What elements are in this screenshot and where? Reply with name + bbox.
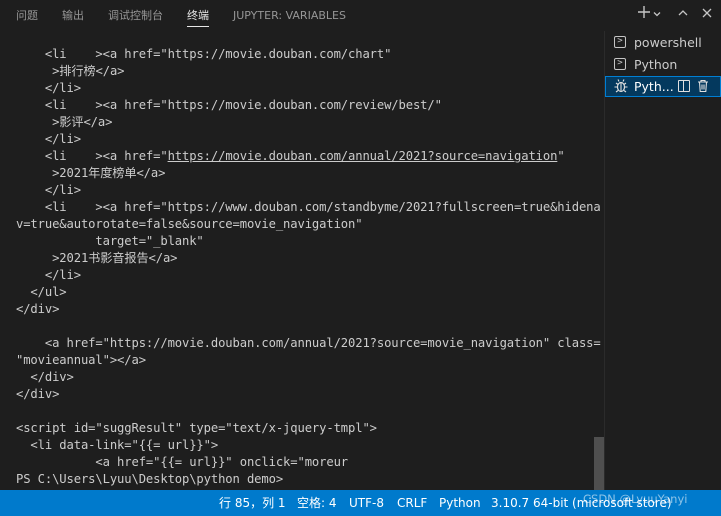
cursor-position[interactable]: 行 85，列 1 bbox=[219, 490, 286, 516]
terminal-text: " bbox=[557, 149, 565, 163]
maximize-panel-chevron-up-icon[interactable] bbox=[674, 4, 692, 26]
terminal-line: <li ><a href="https://www.douban.com/sta… bbox=[16, 200, 601, 214]
terminal-line: <a href="https://movie.douban.com/annual… bbox=[16, 336, 601, 350]
terminal-tab-label: Python bbox=[634, 57, 678, 72]
panel-tab-bar: 问题 输出 调试控制台 终端 JUPYTER: VARIABLES bbox=[0, 0, 721, 31]
terminal-tab-python[interactable]: > Python bbox=[605, 54, 721, 75]
terminal-tab-label: Pyth... bbox=[634, 79, 674, 94]
terminal-line: v=true&autorotate=false&source=movie_nav… bbox=[16, 217, 363, 231]
launch-profile-chevron-down-icon[interactable] bbox=[651, 4, 663, 26]
terminal-line: <li ><a href="https://movie.douban.com/c… bbox=[16, 47, 392, 61]
terminal-line: >影评</a> bbox=[16, 115, 113, 129]
terminal-tabs-list: > powershell > Python Pyth... bbox=[605, 31, 721, 490]
terminal-line: <script id="suggResult" type="text/x-jqu… bbox=[16, 421, 377, 435]
terminal-tab-label: powershell bbox=[634, 35, 702, 50]
terminal-scrollbar-thumb[interactable] bbox=[594, 437, 604, 490]
tab-jupyter-variables[interactable]: JUPYTER: VARIABLES bbox=[233, 0, 346, 31]
terminal-line: <li ><a href="https://movie.douban.com/r… bbox=[16, 98, 442, 112]
kill-terminal-trash-icon[interactable] bbox=[697, 76, 709, 100]
encoding-setting[interactable]: UTF-8 bbox=[349, 490, 384, 516]
split-terminal-icon[interactable] bbox=[678, 80, 690, 92]
terminal-tab-powershell[interactable]: > powershell bbox=[605, 32, 721, 53]
terminal-line: target="_blank" bbox=[16, 234, 204, 248]
terminal-icon: > bbox=[614, 58, 626, 70]
terminal-line: </ul> bbox=[16, 285, 67, 299]
terminal-line: </li> bbox=[16, 183, 81, 197]
terminal-line: <a href="{{= url}}" onclick="moreur bbox=[16, 455, 349, 469]
terminal-line: </li> bbox=[16, 81, 81, 95]
terminal-line: >2021书影音报告</a> bbox=[16, 251, 178, 265]
tab-debug-console[interactable]: 调试控制台 bbox=[108, 0, 163, 31]
indentation-setting[interactable]: 空格: 4 bbox=[297, 490, 337, 516]
terminal-line: </li> bbox=[16, 268, 81, 282]
terminal-link[interactable]: https://movie.douban.com/annual/2021?sou… bbox=[168, 149, 558, 163]
terminal-line: </div> bbox=[16, 302, 60, 316]
eol-setting[interactable]: CRLF bbox=[397, 490, 427, 516]
tab-output[interactable]: 输出 bbox=[62, 0, 84, 31]
terminal-line: >2021年度榜单</a> bbox=[16, 166, 166, 180]
terminal-output[interactable]: <li ><a href="https://movie.douban.com/c… bbox=[0, 31, 604, 490]
terminal-tab-python-debug[interactable]: Pyth... bbox=[605, 76, 721, 97]
tab-problems[interactable]: 问题 bbox=[16, 0, 38, 31]
terminal-text: <li ><a href=" bbox=[16, 149, 168, 163]
close-panel-icon[interactable] bbox=[698, 4, 716, 26]
terminal-line: </li> bbox=[16, 132, 81, 146]
terminal-line: >排行榜</a> bbox=[16, 64, 125, 78]
terminal-line: "movieannual"></a> bbox=[16, 353, 146, 367]
tab-terminal[interactable]: 终端 bbox=[187, 0, 209, 31]
debug-icon bbox=[614, 78, 628, 94]
terminal-prompt: PS C:\Users\Lyuu\Desktop\python demo> bbox=[16, 472, 284, 486]
terminal-icon: > bbox=[614, 36, 626, 48]
terminal-line: <li data-link="{{= url}}"> bbox=[16, 438, 219, 452]
csdn-watermark: CSDN @LyuuYanyi bbox=[583, 492, 688, 506]
terminal-line: </div> bbox=[16, 370, 74, 384]
language-mode[interactable]: Python bbox=[439, 490, 481, 516]
terminal-line: </div> bbox=[16, 387, 60, 401]
terminal-line-with-link: <li ><a href="https://movie.douban.com/a… bbox=[16, 148, 596, 165]
terminal-lines: <li ><a href="https://movie.douban.com/c… bbox=[16, 46, 601, 488]
